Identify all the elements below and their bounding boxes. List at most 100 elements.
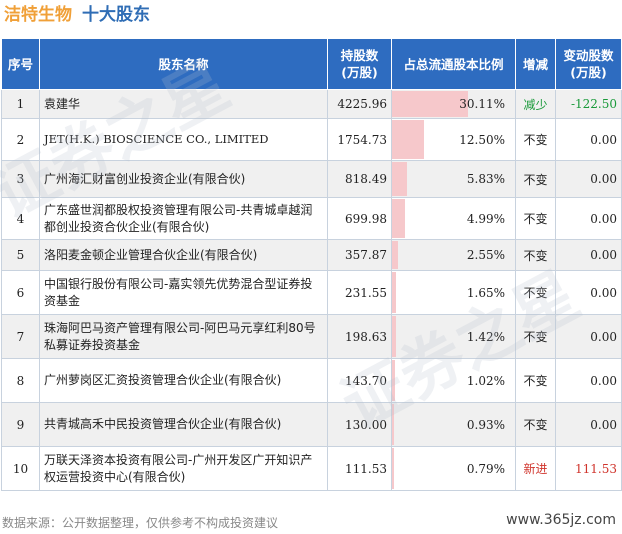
float-ratio: 30.11% bbox=[391, 89, 516, 119]
ratio-bar bbox=[392, 316, 396, 357]
table-row: 1 袁建华 4225.96 30.11% 减少 -122.50 bbox=[1, 89, 622, 119]
change-shares: 0.00 bbox=[555, 402, 622, 447]
table-row: 4 广东盛世润都股权投资管理有限公司-共青城卓越润都创业投资合伙企业(有限合伙) 6… bbox=[1, 197, 622, 240]
ratio-bar bbox=[392, 448, 394, 489]
table-row: 7 珠海阿巴马资产管理有限公司-阿巴马元享红利80号私募证券投资基金 198.63 1… bbox=[1, 314, 622, 359]
shares-held: 357.87 bbox=[327, 239, 392, 271]
change-status: 不变 bbox=[515, 239, 556, 271]
row-seq: 5 bbox=[1, 239, 40, 271]
change-shares: 0.00 bbox=[555, 118, 622, 161]
row-seq: 3 bbox=[1, 160, 40, 198]
page-title: 洁特生物 十大股东 bbox=[4, 2, 150, 28]
change-status: 不变 bbox=[515, 270, 556, 315]
shareholder-name: 洛阳麦金顿企业管理合伙企业(有限合伙) bbox=[39, 239, 328, 271]
table-row: 6 中国银行股份有限公司-嘉实领先优势混合型证券投资基金 231.55 1.65% 不变… bbox=[1, 270, 622, 315]
column-header-shares: 持股数 (万股) bbox=[327, 38, 392, 90]
top-ten-shareholders-table: 序号 股东名称 持股数 (万股) 占总流通股本比例 增减 变动股数 (万股) 1… bbox=[1, 38, 622, 491]
section-title: 十大股东 bbox=[82, 5, 150, 25]
ratio-bar bbox=[392, 360, 395, 401]
column-header-ratio: 占总流通股本比例 bbox=[391, 38, 516, 90]
ratio-bar bbox=[392, 241, 399, 269]
ratio-value: 12.50% bbox=[459, 132, 505, 147]
table-row: 8 广州萝岗区汇资投资管理合伙企业(有限合伙) 143.70 1.02% 不变 0.00 bbox=[1, 358, 622, 403]
row-seq: 8 bbox=[1, 358, 40, 403]
column-header-name: 股东名称 bbox=[39, 38, 328, 90]
ratio-value: 5.83% bbox=[466, 172, 505, 186]
table-row: 5 洛阳麦金顿企业管理合伙企业(有限合伙) 357.87 2.55% 不变 0.00 bbox=[1, 239, 622, 271]
change-shares: 0.00 bbox=[555, 160, 622, 198]
shares-held: 130.00 bbox=[327, 402, 392, 447]
change-status: 不变 bbox=[515, 314, 556, 359]
row-seq: 9 bbox=[1, 402, 40, 447]
row-seq: 7 bbox=[1, 314, 40, 359]
row-seq: 4 bbox=[1, 197, 40, 240]
shareholder-name: 袁建华 bbox=[39, 89, 328, 119]
row-seq: 6 bbox=[1, 270, 40, 315]
float-ratio: 4.99% bbox=[391, 197, 516, 240]
float-ratio: 0.79% bbox=[391, 446, 516, 491]
company-name: 洁特生物 bbox=[4, 5, 72, 25]
column-header-change: 增减 bbox=[515, 38, 556, 90]
ratio-value: 0.79% bbox=[466, 461, 505, 476]
shares-held: 198.63 bbox=[327, 314, 392, 359]
column-header-seq: 序号 bbox=[1, 38, 40, 90]
ratio-value: 1.42% bbox=[466, 329, 505, 344]
shares-held: 111.53 bbox=[327, 446, 392, 491]
shareholder-name: 广东盛世润都股权投资管理有限公司-共青城卓越润都创业投资合伙企业(有限合伙) bbox=[39, 197, 328, 240]
float-ratio: 0.93% bbox=[391, 402, 516, 447]
ratio-bar bbox=[392, 120, 424, 159]
ratio-value: 4.99% bbox=[466, 211, 505, 226]
row-seq: 1 bbox=[1, 89, 40, 119]
change-shares: 0.00 bbox=[555, 197, 622, 240]
table-row: 10 万联天泽资本投资有限公司-广州开发区广开知识产权运营投资中心(有限合伙) 11… bbox=[1, 446, 622, 491]
float-ratio: 5.83% bbox=[391, 160, 516, 198]
ratio-bar bbox=[392, 404, 395, 445]
change-shares: 0.00 bbox=[555, 270, 622, 315]
table-row: 3 广州海汇财富创业投资企业(有限合伙) 818.49 5.83% 不变 0.00 bbox=[1, 160, 622, 198]
shares-held: 1754.73 bbox=[327, 118, 392, 161]
ratio-value: 30.11% bbox=[459, 97, 505, 111]
float-ratio: 12.50% bbox=[391, 118, 516, 161]
column-header-delta: 变动股数 (万股) bbox=[555, 38, 622, 90]
change-shares: 0.00 bbox=[555, 358, 622, 403]
shareholder-name: 共青城高禾中民投资管理合伙企业(有限合伙) bbox=[39, 402, 328, 447]
shares-held: 231.55 bbox=[327, 270, 392, 315]
change-status: 不变 bbox=[515, 160, 556, 198]
shareholder-name: 珠海阿巴马资产管理有限公司-阿巴马元享红利80号私募证券投资基金 bbox=[39, 314, 328, 359]
ratio-value: 1.02% bbox=[466, 373, 505, 388]
shareholder-name: 中国银行股份有限公司-嘉实领先优势混合型证券投资基金 bbox=[39, 270, 328, 315]
row-seq: 2 bbox=[1, 118, 40, 161]
change-status: 不变 bbox=[515, 402, 556, 447]
shareholder-name: JET(H.K.) BIOSCIENCE CO., LIMITED bbox=[39, 118, 328, 161]
change-status: 不变 bbox=[515, 118, 556, 161]
ratio-bar bbox=[392, 199, 405, 238]
ratio-bar bbox=[392, 162, 407, 196]
change-shares: 111.53 bbox=[555, 446, 622, 491]
change-shares: -122.50 bbox=[555, 89, 622, 119]
change-status: 不变 bbox=[515, 197, 556, 240]
shares-held: 699.98 bbox=[327, 197, 392, 240]
shares-held: 818.49 bbox=[327, 160, 392, 198]
float-ratio: 1.42% bbox=[391, 314, 516, 359]
float-ratio: 2.55% bbox=[391, 239, 516, 271]
change-status: 新进 bbox=[515, 446, 556, 491]
ratio-value: 0.93% bbox=[466, 417, 505, 432]
shareholder-name: 广州海汇财富创业投资企业(有限合伙) bbox=[39, 160, 328, 198]
change-status: 不变 bbox=[515, 358, 556, 403]
change-shares: 0.00 bbox=[555, 239, 622, 271]
float-ratio: 1.65% bbox=[391, 270, 516, 315]
ratio-value: 2.55% bbox=[466, 248, 505, 262]
ratio-value: 1.65% bbox=[466, 285, 505, 300]
shareholder-name: 万联天泽资本投资有限公司-广州开发区广开知识产权运营投资中心(有限合伙) bbox=[39, 446, 328, 491]
shareholder-name: 广州萝岗区汇资投资管理合伙企业(有限合伙) bbox=[39, 358, 328, 403]
table-row: 2 JET(H.K.) BIOSCIENCE CO., LIMITED 1754.7… bbox=[1, 118, 622, 161]
change-status: 减少 bbox=[515, 89, 556, 119]
ratio-bar bbox=[392, 272, 397, 313]
ratio-bar bbox=[392, 91, 468, 117]
row-seq: 10 bbox=[1, 446, 40, 491]
table-header-row: 序号 股东名称 持股数 (万股) 占总流通股本比例 增减 变动股数 (万股) bbox=[1, 38, 622, 90]
shares-held: 143.70 bbox=[327, 358, 392, 403]
float-ratio: 1.02% bbox=[391, 358, 516, 403]
data-source-note: 数据来源：公开数据整理，仅供参考不构成投资建议 bbox=[2, 516, 279, 530]
site-url: www.365jz.com bbox=[506, 512, 616, 528]
